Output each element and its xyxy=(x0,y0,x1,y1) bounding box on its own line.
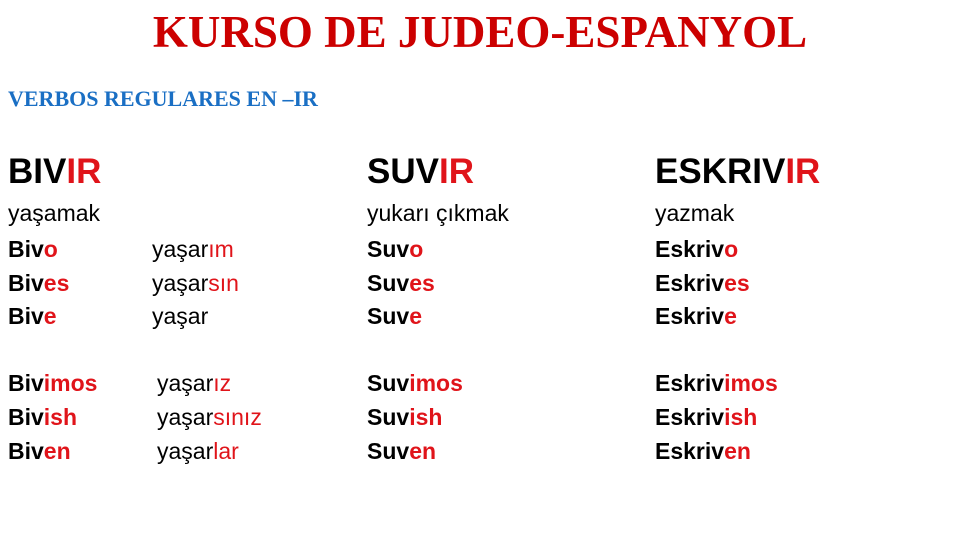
form-ending: en xyxy=(724,438,751,464)
conjugation-form: Bives xyxy=(8,270,69,297)
turkish-form: yaşarız xyxy=(157,370,231,397)
turkish-stem: yaşar xyxy=(157,438,214,464)
form-ending: imos xyxy=(409,370,463,396)
conjugation-form: Bivish xyxy=(8,404,77,431)
form-stem: Suv xyxy=(367,370,410,396)
turkish-form: yaşar xyxy=(152,303,208,330)
turkish-ending: sın xyxy=(208,270,239,296)
form-ending: e xyxy=(43,303,57,329)
form-ending: es xyxy=(724,270,750,296)
conjugation-form: Eskrivish xyxy=(655,404,757,431)
conjugation-form: Eskrivimos xyxy=(655,370,778,397)
verb-ending: IR xyxy=(438,152,474,191)
conjugation-form: Bive xyxy=(8,303,57,330)
conjugation-form: Suvimos xyxy=(367,370,463,397)
form-ending: o xyxy=(724,236,739,262)
form-ending: ish xyxy=(43,404,78,430)
form-stem: Biv xyxy=(8,236,44,262)
conjugation-form: Biven xyxy=(8,438,71,465)
form-ending: ish xyxy=(724,404,758,430)
section-subtitle: VERBOS REGULARES EN –IR xyxy=(8,86,318,111)
turkish-stem: yaşar xyxy=(152,270,209,296)
verb-translation-suvir: yukarı çıkmak xyxy=(367,200,509,226)
form-stem: Eskriv xyxy=(655,370,725,396)
page-title: KURSO DE JUDEO-ESPANYOL xyxy=(152,7,808,57)
conjugation-form: Suven xyxy=(367,438,436,465)
verb-stem: SUV xyxy=(367,152,439,191)
conjugation-form: Eskrives xyxy=(655,270,750,297)
turkish-stem: yaşar xyxy=(152,236,209,262)
form-ending: e xyxy=(409,303,422,329)
form-ending: ish xyxy=(409,404,443,430)
form-ending: en xyxy=(43,438,71,464)
form-stem: Suv xyxy=(367,438,410,464)
turkish-form: yaşarım xyxy=(152,236,234,263)
conjugation-form: Suvish xyxy=(367,404,442,431)
form-stem: Biv xyxy=(8,438,44,464)
verb-stem: BIV xyxy=(8,152,67,191)
form-stem: Suv xyxy=(367,270,410,296)
form-ending: imos xyxy=(43,370,98,396)
form-stem: Biv xyxy=(8,404,44,430)
form-stem: Biv xyxy=(8,370,44,396)
form-ending: en xyxy=(409,438,437,464)
conjugation-form: Bivo xyxy=(8,236,58,263)
form-stem: Eskriv xyxy=(655,236,725,262)
form-stem: Eskriv xyxy=(655,270,725,296)
conjugation-form: Suvo xyxy=(367,236,423,263)
form-ending: imos xyxy=(724,370,778,396)
turkish-form: yaşarlar xyxy=(157,438,239,465)
form-ending: es xyxy=(409,270,435,296)
verb-ending: IR xyxy=(66,152,102,191)
form-stem: Eskriv xyxy=(655,404,725,430)
turkish-ending: sınız xyxy=(213,404,262,430)
form-ending: o xyxy=(43,236,58,262)
turkish-stem: yaşar xyxy=(157,404,214,430)
form-stem: Suv xyxy=(367,236,410,262)
turkish-form: yaşarsın xyxy=(152,270,239,297)
verb-heading-suvir: SUVIR xyxy=(367,152,474,192)
form-stem: Eskriv xyxy=(655,438,725,464)
conjugation-form: Eskrive xyxy=(655,303,737,330)
turkish-stem: yaşar xyxy=(152,303,209,329)
turkish-form: yaşarsınız xyxy=(157,404,262,431)
form-stem: Suv xyxy=(367,303,410,329)
verb-stem: ESKRIV xyxy=(655,152,786,191)
conjugation-form: Suves xyxy=(367,270,435,297)
form-stem: Biv xyxy=(8,303,44,329)
form-ending: e xyxy=(724,303,737,329)
turkish-stem: yaşar xyxy=(157,370,214,396)
turkish-ending: lar xyxy=(213,438,239,464)
verb-ending: IR xyxy=(785,152,821,191)
turkish-ending: ım xyxy=(208,236,234,262)
verb-heading-eskrivir: ESKRIVIR xyxy=(655,152,820,192)
conjugation-form: Eskrivo xyxy=(655,236,738,263)
form-stem: Biv xyxy=(8,270,44,296)
conjugation-form: Suve xyxy=(367,303,422,330)
verb-translation-eskrivir: yazmak xyxy=(655,200,735,226)
verb-translation-bivir: yaşamak xyxy=(8,200,101,226)
form-ending: es xyxy=(43,270,70,296)
form-ending: o xyxy=(409,236,424,262)
verb-heading-bivir: BIVIR xyxy=(8,152,101,192)
conjugation-form: Bivimos xyxy=(8,370,97,397)
turkish-ending: ız xyxy=(213,370,232,396)
conjugation-form: Eskriven xyxy=(655,438,751,465)
form-stem: Suv xyxy=(367,404,410,430)
form-stem: Eskriv xyxy=(655,303,725,329)
